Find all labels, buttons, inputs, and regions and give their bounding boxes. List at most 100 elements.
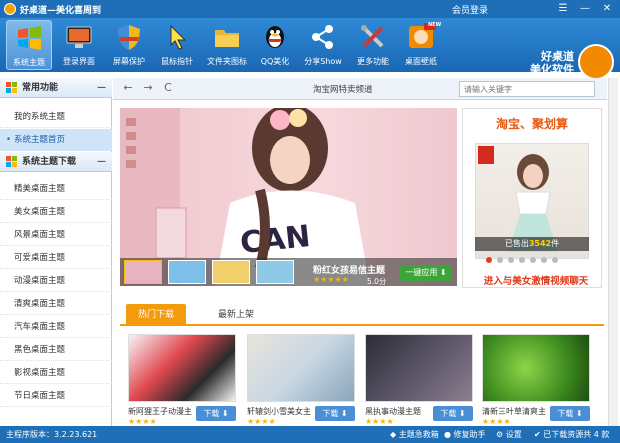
status-bar: 主程序版本：3.2.23.621 ◆ 主题急救箱 ● 修复助手 ⚙ 设置 ✔ 已…: [0, 426, 620, 443]
sidebar-item-theme-home[interactable]: 系统主题首页: [0, 129, 112, 151]
vertical-scrollbar[interactable]: [608, 78, 618, 426]
theme-card[interactable]: 新阿狸王子动漫主 ★★★★ 下载 ⬇: [128, 334, 236, 430]
download-button[interactable]: 下载 ⬇: [433, 406, 473, 421]
tool-mouse-pointer[interactable]: 鼠标指针: [154, 20, 200, 70]
window-title: 好桌道—美化喜周到: [20, 6, 102, 16]
theme-card[interactable]: 轩辕剑小雪美女主 ★★★★ 下载 ⬇: [247, 334, 355, 430]
tool-more-features[interactable]: 更多功能: [350, 20, 396, 70]
sidebar-item-category[interactable]: 美女桌面主题: [0, 201, 112, 223]
tool-label: 分享Show: [304, 57, 342, 66]
orange-logo-icon: [578, 44, 614, 80]
tool-label: 更多功能: [357, 57, 389, 66]
shield-icon: [118, 25, 140, 50]
share-icon: [312, 25, 333, 49]
menu-button[interactable]: ☰: [555, 1, 571, 16]
sidebar-item-my-themes[interactable]: 我的系统主题: [0, 106, 112, 128]
folder-icon: [215, 30, 239, 47]
repair-assistant-link[interactable]: ● 修复助手: [444, 426, 486, 443]
sidebar-item-category[interactable]: 节日桌面主题: [0, 385, 112, 407]
theme-name: 清新三叶草清爽主: [482, 407, 546, 416]
banner-thumbnail[interactable]: [212, 260, 250, 284]
sidebar-item-category[interactable]: 精美桌面主题: [0, 178, 112, 200]
svg-text:CAN: CAN: [238, 219, 312, 261]
section-title: 系统主题下载: [22, 157, 77, 167]
download-button[interactable]: 下载 ⬇: [315, 406, 355, 421]
sidebar-item-category[interactable]: 黑色桌面主题: [0, 339, 112, 361]
download-button[interactable]: 下载 ⬇: [550, 406, 590, 421]
brand-tagline: 美化软件: [530, 63, 574, 76]
sidebar-item-category[interactable]: 影视桌面主题: [0, 362, 112, 384]
carousel-dot[interactable]: [541, 257, 547, 263]
rating-value: 5.0分: [367, 277, 387, 286]
video-chat-promo-link[interactable]: 进入与美女激情视频聊天: [468, 273, 604, 287]
carousel-dot[interactable]: [508, 257, 514, 263]
section-theme-download[interactable]: 系统主题下载 —: [0, 152, 112, 172]
theme-thumbnail[interactable]: [365, 334, 473, 402]
tool-share-show[interactable]: 分享Show: [300, 20, 346, 70]
theme-card[interactable]: 黑执事动漫主题 ★★★★ 下载 ⬇: [365, 334, 473, 430]
carousel-dot[interactable]: [552, 257, 558, 263]
rating-stars: ★★★★: [247, 417, 276, 426]
sidebar-item-category[interactable]: 可爱桌面主题: [0, 247, 112, 269]
rating-stars: ★★★★★: [313, 275, 349, 284]
tab-newest[interactable]: 最新上架: [206, 304, 266, 326]
download-tabs: 热门下载 最新上架: [120, 302, 604, 326]
sold-suffix: 件: [551, 239, 560, 248]
banner-thumbnail[interactable]: [124, 260, 162, 284]
page-title: 淘宝网特卖频道: [313, 85, 373, 95]
tool-login-screen[interactable]: 登录界面: [56, 20, 102, 70]
settings-link[interactable]: ⚙ 设置: [496, 426, 522, 443]
tool-label: QQ美化: [260, 57, 290, 66]
qq-penguin-icon: [266, 26, 284, 48]
close-button[interactable]: ✕: [599, 1, 615, 16]
back-arrow-icon[interactable]: ←: [121, 81, 135, 95]
tool-folder-icons[interactable]: 文件夹图标: [204, 20, 250, 70]
section-title: 常用功能: [22, 83, 59, 93]
tools-icon: [361, 25, 384, 48]
tool-label: 登录界面: [63, 57, 95, 66]
carousel-dot[interactable]: [530, 257, 536, 263]
carousel-dot[interactable]: [519, 257, 525, 263]
carousel-dot[interactable]: [497, 257, 503, 263]
sold-count: 3542: [528, 239, 552, 248]
member-login-link[interactable]: 会员登录: [452, 3, 488, 16]
sidebar-item-category[interactable]: 汽车桌面主题: [0, 316, 112, 338]
sidebar: 常用功能 — 我的系统主题 系统主题首页 系统主题下载 — 精美桌面主题 美女桌…: [0, 78, 112, 426]
download-button[interactable]: 下载 ⬇: [196, 406, 236, 421]
tool-desktop-wallpaper[interactable]: NEW 桌面壁纸: [398, 20, 444, 70]
sold-count-bar: 已售出3542件: [475, 237, 589, 251]
version-label: 主程序版本：3.2.23.621: [6, 430, 98, 439]
banner-thumbnail[interactable]: [256, 260, 294, 284]
ad-header: 淘宝、聚划算: [495, 117, 568, 131]
tab-hot-downloads[interactable]: 热门下载: [126, 304, 187, 326]
sidebar-item-category[interactable]: 动漫桌面主题: [0, 270, 112, 292]
theme-rescue-link[interactable]: ◆ 主题急救箱: [390, 426, 439, 443]
tool-qq-beautify[interactable]: QQ美化: [252, 20, 298, 70]
theme-name: 新阿狸王子动漫主: [128, 407, 192, 416]
forward-arrow-icon[interactable]: →: [141, 81, 155, 95]
theme-thumbnail[interactable]: [482, 334, 590, 402]
sidebar-item-category[interactable]: 清爽桌面主题: [0, 293, 112, 315]
tool-system-theme[interactable]: 系统主题: [6, 20, 52, 70]
collapse-icon[interactable]: —: [97, 152, 106, 172]
section-common-features[interactable]: 常用功能 —: [0, 78, 112, 98]
theme-thumbnail[interactable]: [247, 334, 355, 402]
banner-thumbnail[interactable]: [168, 260, 206, 284]
refresh-icon[interactable]: C: [161, 81, 175, 95]
tool-screensaver[interactable]: 屏幕保护: [106, 20, 152, 70]
sidebar-item-category[interactable]: 风景桌面主题: [0, 224, 112, 246]
rating-stars: ★★★★: [482, 417, 511, 426]
collapse-icon[interactable]: —: [97, 78, 106, 98]
carousel-dot[interactable]: [486, 257, 492, 263]
one-click-apply-button[interactable]: 一键应用 ⬇: [400, 265, 452, 281]
title-bar: 好桌道—美化喜周到 会员登录 ☰ — ✕: [0, 0, 620, 18]
search-input[interactable]: [459, 81, 595, 97]
minimize-button[interactable]: —: [577, 1, 593, 16]
windows-flag-icon: [18, 26, 41, 50]
theme-thumbnail[interactable]: [128, 334, 236, 402]
tool-label: 屏幕保护: [113, 57, 145, 66]
downloaded-resources-link[interactable]: ✔ 已下载资源共 4 款: [534, 426, 609, 443]
theme-name: 轩辕剑小雪美女主: [247, 407, 311, 416]
sold-prefix: 已售出: [504, 239, 529, 248]
theme-card[interactable]: 清新三叶草清爽主 ★★★★ 下载 ⬇: [482, 334, 590, 430]
